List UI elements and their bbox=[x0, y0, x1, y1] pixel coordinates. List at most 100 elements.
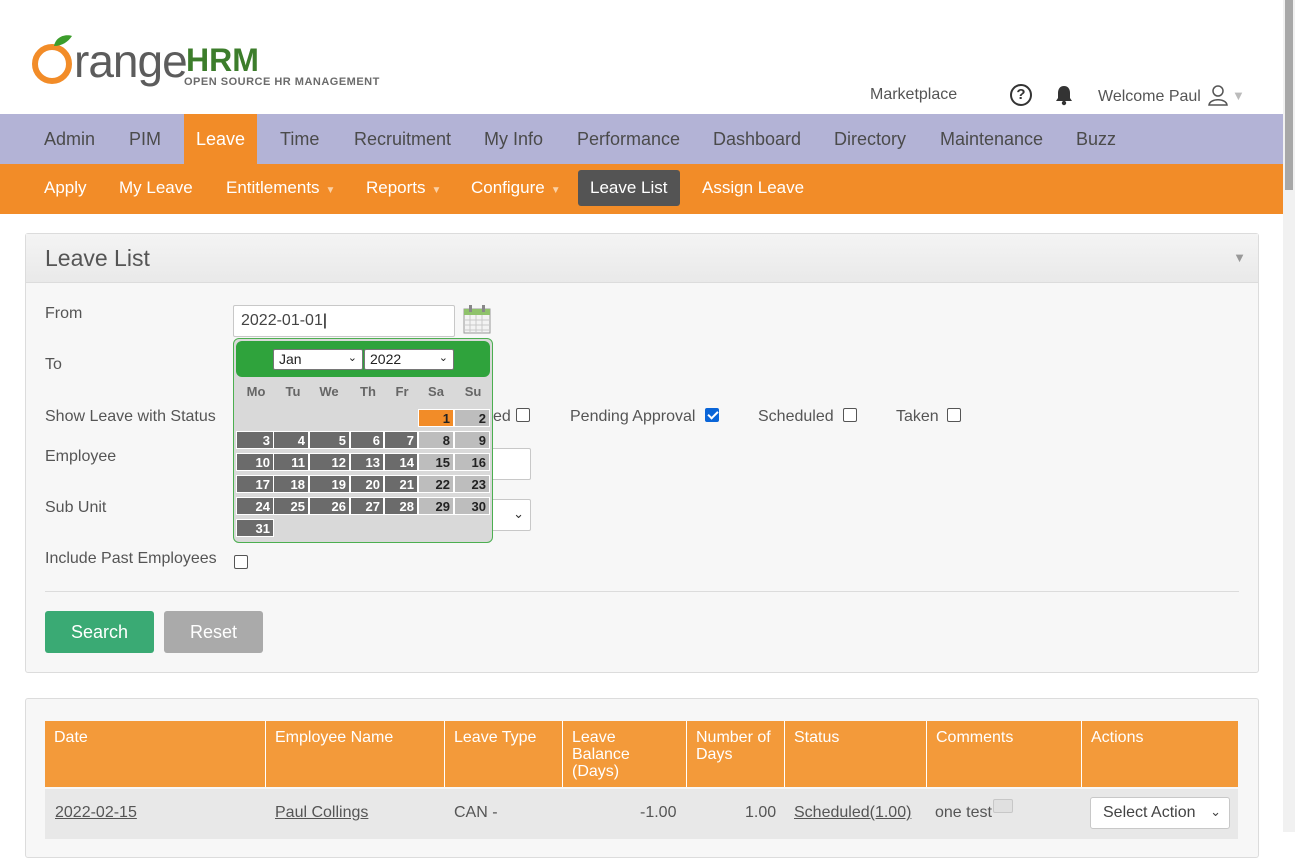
status-rejected-label: ed bbox=[493, 408, 511, 425]
status-pending-label: Pending Approval bbox=[570, 408, 696, 425]
row-date-link[interactable]: 2022-02-15 bbox=[55, 804, 137, 822]
calendar-day[interactable]: 15 bbox=[418, 453, 454, 471]
nav-recruitment[interactable]: Recruitment bbox=[342, 114, 463, 164]
calendar-day[interactable]: 31 bbox=[236, 519, 274, 537]
nav-dashboard[interactable]: Dashboard bbox=[701, 114, 813, 164]
calendar-icon[interactable] bbox=[463, 304, 491, 334]
reset-button[interactable]: Reset bbox=[164, 611, 263, 653]
nav-maintenance[interactable]: Maintenance bbox=[928, 114, 1055, 164]
from-date-input[interactable]: 2022-01-01| bbox=[233, 305, 455, 337]
search-button[interactable]: Search bbox=[45, 611, 154, 653]
marketplace-link[interactable]: Marketplace bbox=[870, 86, 957, 104]
calendar-day[interactable]: 24 bbox=[236, 497, 274, 515]
calendar-day[interactable]: 13 bbox=[350, 453, 384, 471]
dow-fr: Fr bbox=[395, 384, 409, 399]
subnav-my-leave[interactable]: My Leave bbox=[107, 170, 205, 206]
bell-icon[interactable] bbox=[1053, 84, 1075, 106]
calendar-day[interactable]: 6 bbox=[350, 431, 384, 449]
user-avatar-icon[interactable] bbox=[1207, 84, 1229, 106]
welcome-user[interactable]: Welcome Paul bbox=[1098, 88, 1201, 106]
calendar-day[interactable]: 19 bbox=[309, 475, 350, 493]
subnav-leave-list[interactable]: Leave List bbox=[578, 170, 680, 206]
calendar-day[interactable]: 21 bbox=[384, 475, 418, 493]
calendar-day[interactable]: 25 bbox=[273, 497, 309, 515]
form-divider bbox=[45, 591, 1239, 592]
action-select[interactable]: Select Action ⌄ bbox=[1090, 797, 1230, 829]
status-label: Show Leave with Status bbox=[45, 408, 216, 425]
calendar-day[interactable]: 22 bbox=[418, 475, 454, 493]
status-scheduled-label: Scheduled bbox=[758, 408, 834, 425]
nav-admin[interactable]: Admin bbox=[32, 114, 107, 164]
calendar-day[interactable]: 12 bbox=[309, 453, 350, 471]
calendar-day[interactable]: 8 bbox=[418, 431, 454, 449]
calendar-day[interactable]: 30 bbox=[454, 497, 490, 515]
chevron-down-icon: ⌄ bbox=[438, 352, 448, 364]
subnav-entitlements[interactable]: Entitlements ▼ bbox=[214, 170, 347, 206]
nav-pim[interactable]: PIM bbox=[117, 114, 173, 164]
calendar-day[interactable]: 23 bbox=[454, 475, 490, 493]
subnav-apply[interactable]: Apply bbox=[32, 170, 99, 206]
status-taken-checkbox[interactable] bbox=[947, 408, 961, 422]
collapse-toggle-icon[interactable]: ▼ bbox=[1233, 250, 1246, 265]
calendar-day[interactable]: 20 bbox=[350, 475, 384, 493]
calendar-day[interactable]: 26 bbox=[309, 497, 350, 515]
chevron-down-icon[interactable]: ▼ bbox=[1232, 88, 1245, 103]
dow-sa: Sa bbox=[428, 384, 444, 399]
calendar-day[interactable]: 17 bbox=[236, 475, 274, 493]
calendar-day[interactable]: 9 bbox=[454, 431, 490, 449]
include-past-checkbox[interactable] bbox=[234, 555, 248, 569]
calendar-day[interactable]: 29 bbox=[418, 497, 454, 515]
scrollbar-thumb[interactable] bbox=[1285, 0, 1293, 190]
calendar-day[interactable]: 4 bbox=[273, 431, 309, 449]
calendar-day[interactable]: 7 bbox=[384, 431, 418, 449]
col-leave-balance: Leave Balance (Days) bbox=[563, 721, 687, 787]
calendar-day[interactable]: 3 bbox=[236, 431, 274, 449]
nav-time[interactable]: Time bbox=[268, 114, 331, 164]
nav-buzz[interactable]: Buzz bbox=[1064, 114, 1128, 164]
year-select[interactable]: 2022 ⌄ bbox=[364, 349, 454, 370]
calendar-day[interactable]: 2 bbox=[454, 409, 490, 427]
nav-directory[interactable]: Directory bbox=[822, 114, 918, 164]
col-actions: Actions bbox=[1082, 721, 1238, 787]
row-days: 1.00 bbox=[745, 804, 777, 821]
dropdown-caret-icon: ▼ bbox=[325, 185, 336, 196]
nav-performance[interactable]: Performance bbox=[565, 114, 692, 164]
scrollbar[interactable] bbox=[1283, 0, 1295, 832]
calendar-day[interactable]: 28 bbox=[384, 497, 418, 515]
nav-my-info[interactable]: My Info bbox=[472, 114, 555, 164]
calendar-day[interactable]: 18 bbox=[273, 475, 309, 493]
subnav-assign-leave[interactable]: Assign Leave bbox=[690, 170, 816, 206]
subnav-reports[interactable]: Reports ▼ bbox=[354, 170, 453, 206]
status-rejected-checkbox[interactable] bbox=[516, 408, 530, 422]
row-employee-link[interactable]: Paul Collings bbox=[275, 804, 368, 822]
comment-icon[interactable] bbox=[993, 799, 1013, 813]
dow-su: Su bbox=[464, 384, 482, 399]
status-pending-checkbox[interactable] bbox=[705, 408, 719, 422]
to-label: To bbox=[45, 356, 62, 373]
col-leave-type: Leave Type bbox=[445, 721, 563, 787]
calendar-day[interactable]: 5 bbox=[309, 431, 350, 449]
subnav-my-leave-label: My Leave bbox=[119, 178, 193, 197]
help-icon[interactable]: ? bbox=[1010, 84, 1032, 106]
calendar-day[interactable]: 11 bbox=[273, 453, 309, 471]
text-cursor: | bbox=[322, 312, 327, 329]
status-scheduled-checkbox[interactable] bbox=[843, 408, 857, 422]
from-date-value: 2022-01-01 bbox=[241, 312, 323, 329]
nav-leave[interactable]: Leave bbox=[184, 114, 258, 164]
calendar-day[interactable]: 16 bbox=[454, 453, 490, 471]
month-select[interactable]: Jan ⌄ bbox=[273, 349, 363, 370]
calendar-day[interactable]: 27 bbox=[350, 497, 384, 515]
calendar-day[interactable]: 1 bbox=[418, 409, 454, 427]
row-balance: -1.00 bbox=[640, 804, 677, 821]
subnav-configure[interactable]: Configure ▼ bbox=[459, 170, 573, 206]
sub-nav: Apply My Leave Entitlements ▼ Reports ▼ Co… bbox=[0, 164, 1283, 214]
datepicker-popup: Jan ⌄ 2022 ⌄ Mo Tu We Th Fr Sa Su 12345678… bbox=[233, 338, 493, 543]
row-status-link[interactable]: Scheduled(1.00) bbox=[794, 804, 911, 822]
subnav-configure-label: Configure bbox=[471, 178, 545, 197]
orangehrm-logo[interactable]: range HRM OPEN SOURCE HR MANAGEMENT bbox=[30, 16, 390, 96]
include-past-label: Include Past Employees bbox=[45, 550, 217, 567]
subnav-entitlements-label: Entitlements bbox=[226, 178, 320, 197]
logo-wordmark: range bbox=[74, 35, 188, 87]
calendar-day[interactable]: 10 bbox=[236, 453, 274, 471]
calendar-day[interactable]: 14 bbox=[384, 453, 418, 471]
